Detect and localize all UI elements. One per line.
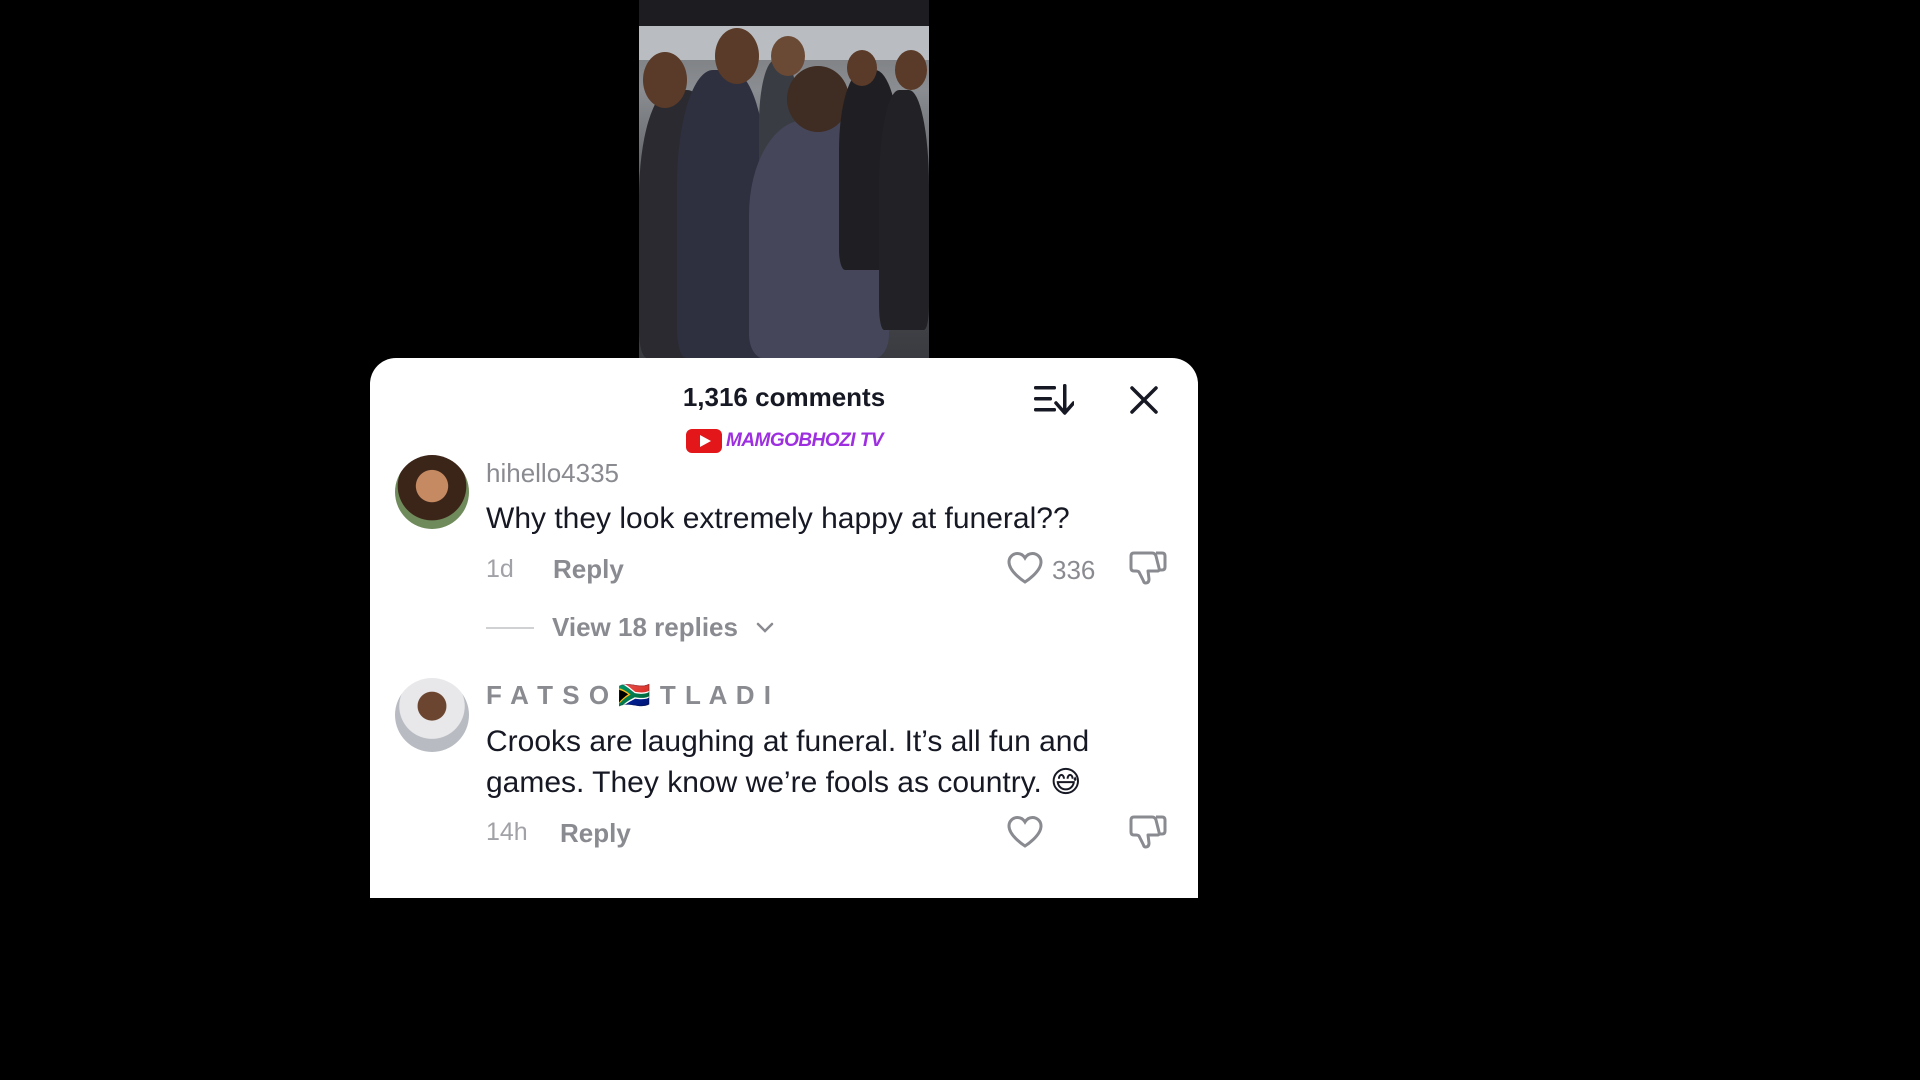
reply-button[interactable]: Reply [553,554,624,585]
heart-icon[interactable] [1006,815,1044,849]
comment-text: Why they look extremely happy at funeral… [486,502,1070,535]
person-head [895,50,927,90]
youtube-icon [686,429,722,453]
avatar[interactable] [395,678,469,752]
thumbs-down-icon[interactable] [1128,550,1168,586]
comment-username[interactable]: hihello4335 [486,458,619,489]
comments-sheet: 1,316 comments MAMGOBHOZI TV hihello4335… [370,358,1198,898]
person-head [847,50,877,86]
chevron-down-icon [756,622,774,633]
video-canopy [639,0,929,26]
reply-button[interactable]: Reply [560,818,631,849]
person-head [715,28,759,84]
person-head [643,52,687,108]
avatar[interactable] [395,455,469,529]
comment-text: Crooks are laughing at funeral. It’s all… [486,725,1090,799]
comment-timestamp: 1d [486,555,514,583]
replies-divider [486,626,534,629]
view-replies-button[interactable]: View 18 replies [486,612,774,643]
thumbs-down-icon[interactable] [1128,814,1168,850]
watermark-text: MAMGOBHOZI TV [726,430,884,451]
close-icon[interactable] [1128,384,1160,416]
view-replies-label: View 18 replies [552,612,738,642]
sort-descending-icon[interactable] [1034,382,1074,416]
person-head [771,36,805,76]
video-frame[interactable] [639,0,929,358]
person-figure [879,90,929,330]
like-count: 336 [1052,555,1096,585]
comment-username[interactable]: F A T S O 🇿🇦 T L A D I [486,680,772,711]
channel-watermark: MAMGOBHOZI TV [686,428,884,454]
heart-icon[interactable] [1006,551,1044,585]
comment-timestamp: 14h [486,818,528,846]
